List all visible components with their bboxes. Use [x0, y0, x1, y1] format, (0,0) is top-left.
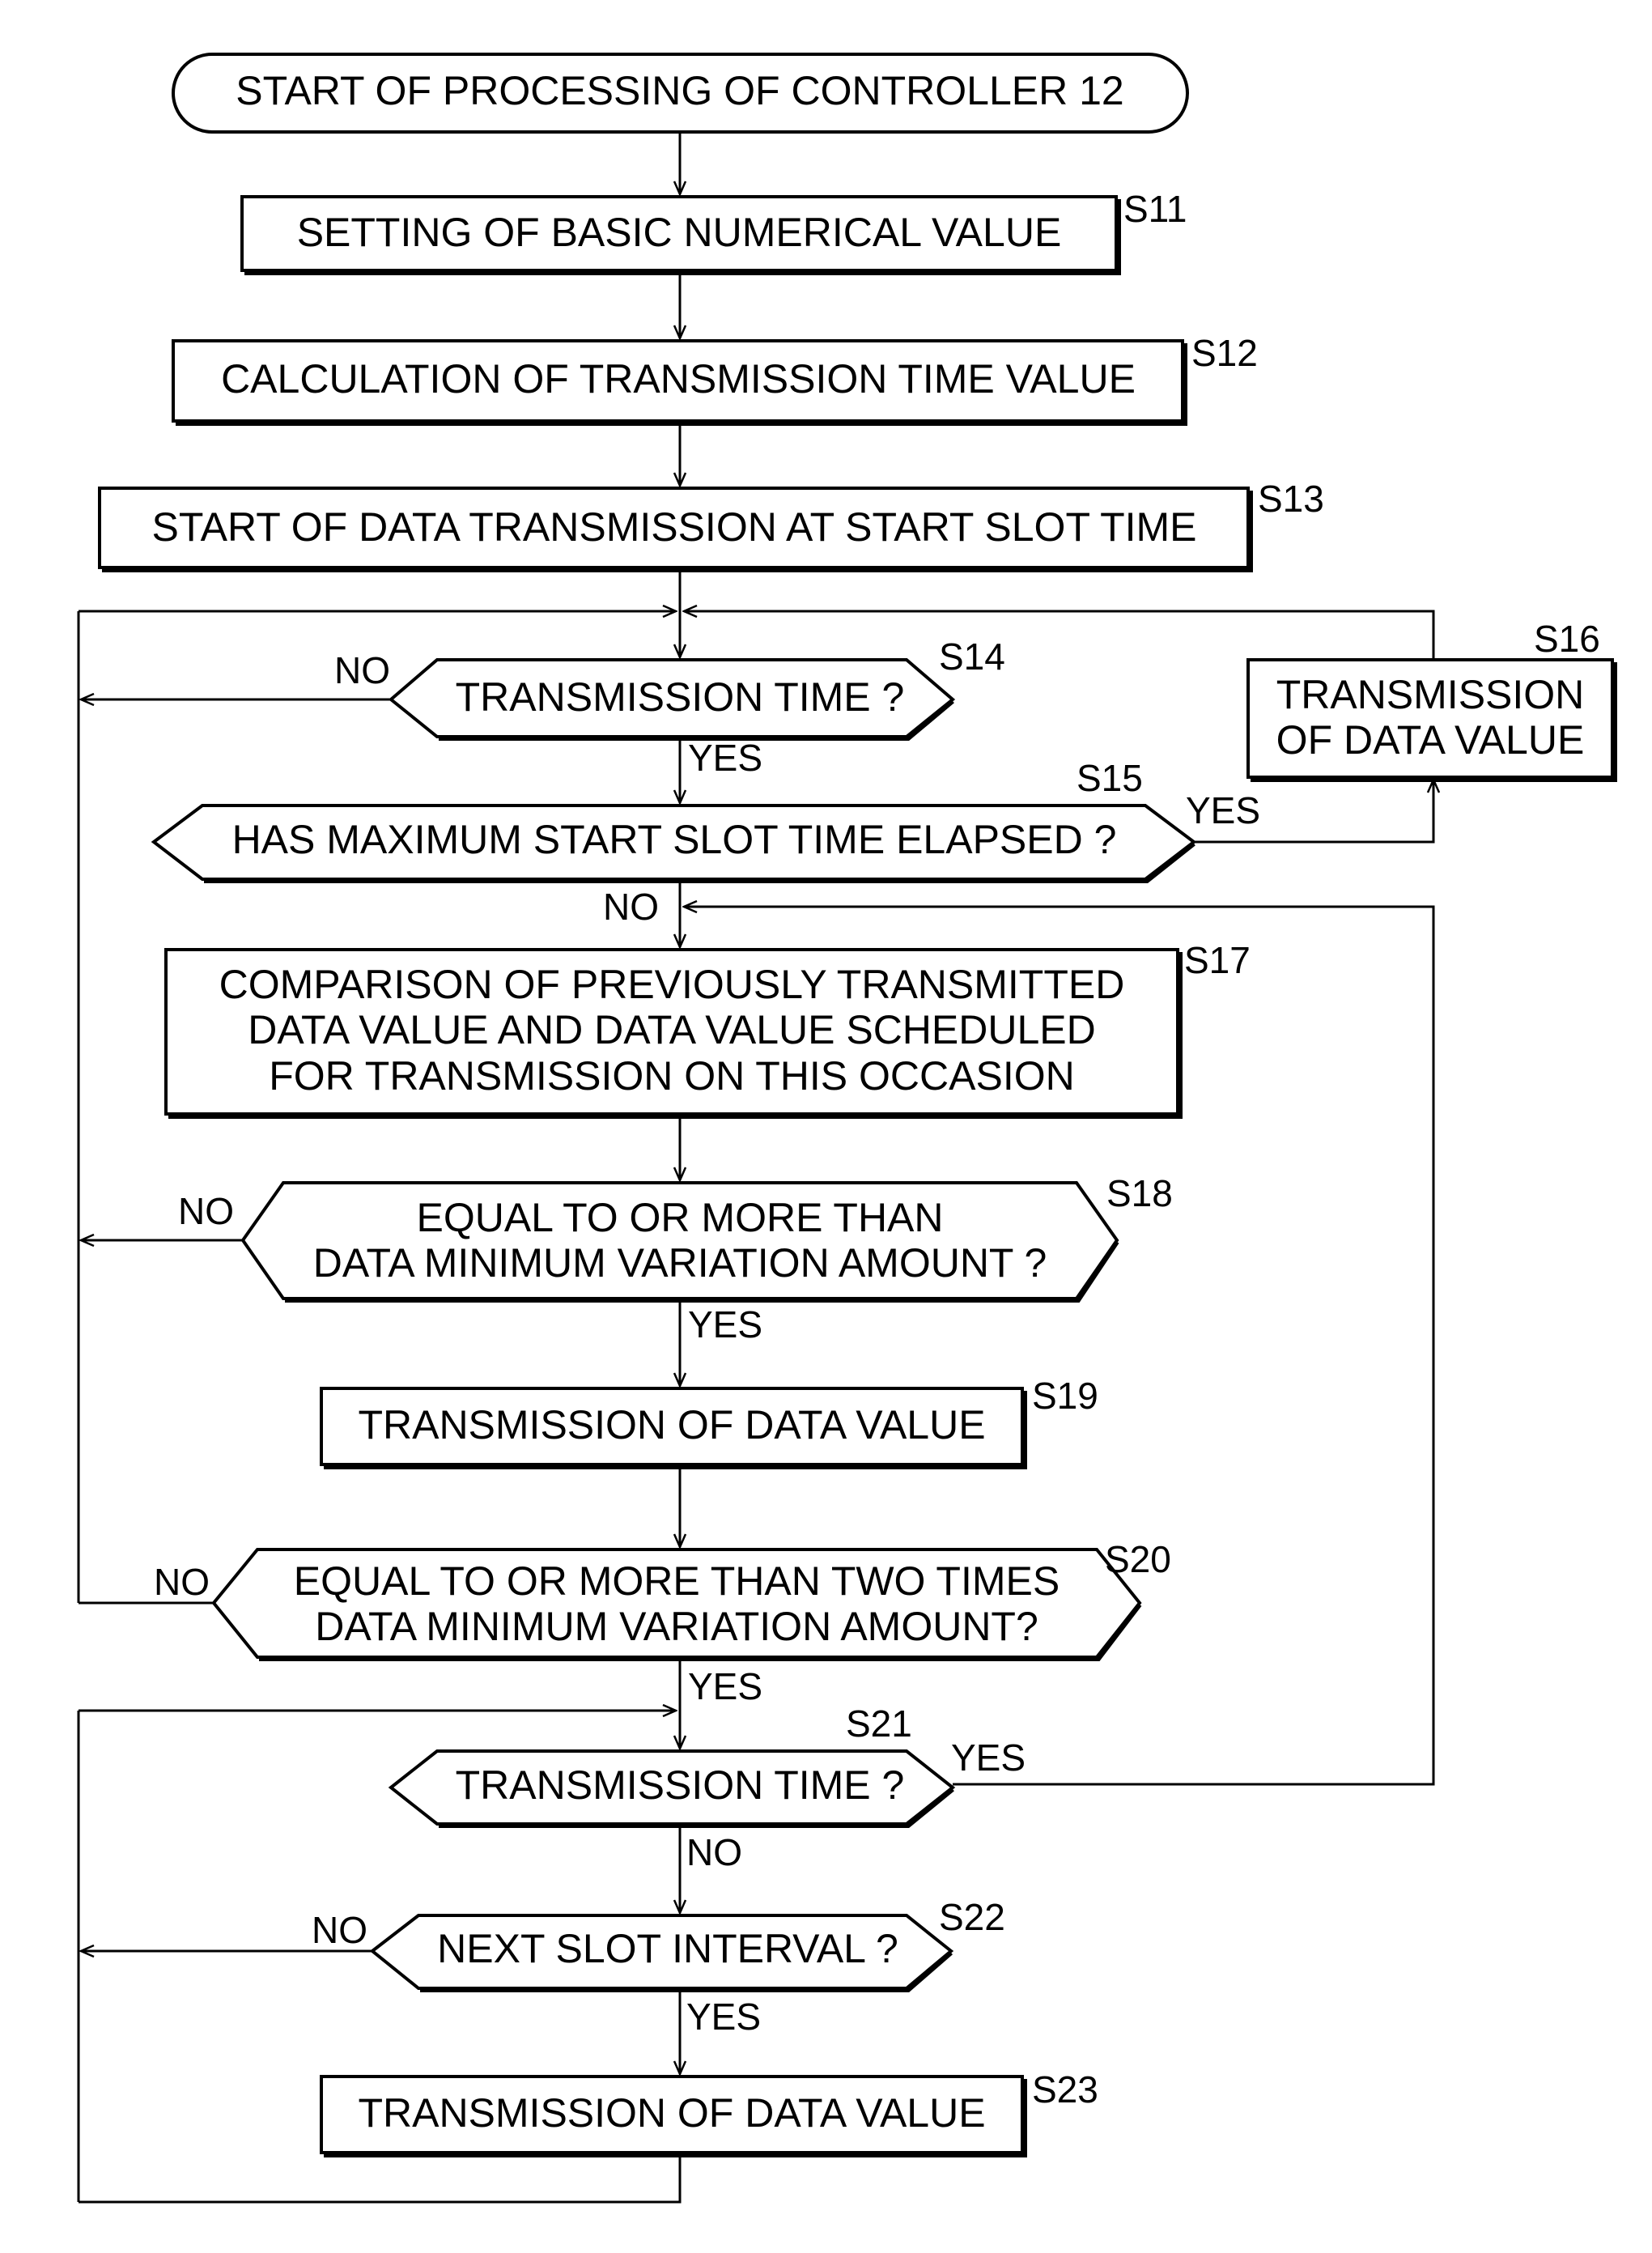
decision-s21-no-label: NO [686, 1831, 742, 1873]
step-s12-id: S12 [1191, 332, 1258, 374]
step-s16-text-1: TRANSMISSION [1276, 672, 1585, 717]
decision-s14-id: S14 [939, 636, 1005, 678]
step-s13-id: S13 [1258, 478, 1324, 520]
decision-s22-no-label: NO [312, 1909, 367, 1951]
edge-s23-loop [79, 2155, 682, 2204]
step-s16: TRANSMISSION OF DATA VALUE S16 [1246, 618, 1617, 782]
decision-s18-text-1: EQUAL TO OR MORE THAN [416, 1195, 943, 1240]
decision-s21-yes-label: YES [951, 1737, 1026, 1779]
decision-s22: NEXT SLOT INTERVAL ? S22 NO YES [312, 1896, 1005, 2038]
connectors [77, 134, 1435, 2204]
step-s23-id: S23 [1032, 2068, 1098, 2111]
step-s19: TRANSMISSION OF DATA VALUE S19 [320, 1375, 1098, 1469]
loop-top-right [684, 611, 1435, 660]
step-s16-id: S16 [1534, 618, 1600, 660]
decision-s22-yes-label: YES [686, 1996, 761, 2038]
decision-s14-no-label: NO [334, 649, 390, 691]
decision-s20-text-2: DATA MINIMUM VARIATION AMOUNT? [315, 1604, 1038, 1649]
step-s17: COMPARISON OF PREVIOUSLY TRANSMITTED DAT… [164, 939, 1251, 1119]
decision-s15-id: S15 [1077, 757, 1143, 799]
decision-s15-text: HAS MAXIMUM START SLOT TIME ELAPSED ? [232, 817, 1117, 862]
decision-s18-text-2: DATA MINIMUM VARIATION AMOUNT ? [313, 1240, 1047, 1286]
decision-s20-no-label: NO [154, 1561, 210, 1603]
decision-s21: TRANSMISSION TIME ? S21 YES NO [388, 1703, 1026, 1873]
step-s12: CALCULATION OF TRANSMISSION TIME VALUE S… [172, 332, 1258, 426]
decision-s20-yes-label: YES [688, 1665, 762, 1707]
decision-s18-no-label: NO [178, 1190, 234, 1232]
decision-s21-id: S21 [846, 1703, 912, 1745]
decision-s20-id: S20 [1105, 1538, 1171, 1580]
step-s11-id: S11 [1123, 188, 1187, 230]
step-s17-text-2: DATA VALUE AND DATA VALUE SCHEDULED [248, 1007, 1096, 1052]
flowchart: START OF PROCESSING OF CONTROLLER 12 SET… [77, 53, 1617, 2204]
step-s23-text: TRANSMISSION OF DATA VALUE [358, 2090, 985, 2136]
decision-s14-text: TRANSMISSION TIME ? [456, 674, 905, 720]
decision-s18-id: S18 [1106, 1172, 1173, 1214]
start-terminal: START OF PROCESSING OF CONTROLLER 12 [172, 53, 1189, 134]
step-s11-text: SETTING OF BASIC NUMERICAL VALUE [297, 210, 1062, 255]
decision-s20-text-1: EQUAL TO OR MORE THAN TWO TIMES [294, 1558, 1060, 1604]
step-s17-text-1: COMPARISON OF PREVIOUSLY TRANSMITTED [219, 962, 1125, 1007]
decision-s20: EQUAL TO OR MORE THAN TWO TIMES DATA MIN… [154, 1538, 1171, 1707]
step-s12-text: CALCULATION OF TRANSMISSION TIME VALUE [221, 356, 1136, 402]
decision-s15-no-label: NO [603, 886, 659, 928]
decision-s22-id: S22 [939, 1896, 1005, 1938]
decision-s18: EQUAL TO OR MORE THAN DATA MINIMUM VARIA… [178, 1172, 1173, 1345]
decision-s14: TRANSMISSION TIME ? S14 NO YES [334, 636, 1005, 779]
decision-s15-yes-label: YES [1186, 789, 1260, 831]
step-s23: TRANSMISSION OF DATA VALUE S23 [320, 2068, 1098, 2157]
step-s19-text: TRANSMISSION OF DATA VALUE [358, 1402, 985, 1447]
step-s17-id: S17 [1184, 939, 1251, 981]
step-s17-text-3: FOR TRANSMISSION ON THIS OCCASION [269, 1053, 1074, 1099]
start-terminal-text: START OF PROCESSING OF CONTROLLER 12 [236, 68, 1123, 113]
decision-s21-text: TRANSMISSION TIME ? [456, 1762, 905, 1808]
decision-s15: HAS MAXIMUM START SLOT TIME ELAPSED ? S1… [151, 757, 1260, 928]
decision-s22-text: NEXT SLOT INTERVAL ? [437, 1926, 898, 1971]
decision-s14-yes-label: YES [688, 737, 762, 779]
step-s11: SETTING OF BASIC NUMERICAL VALUE S11 [240, 188, 1187, 275]
decision-s18-yes-label: YES [688, 1303, 762, 1345]
step-s13-text: START OF DATA TRANSMISSION AT START SLOT… [151, 504, 1196, 550]
step-s13: START OF DATA TRANSMISSION AT START SLOT… [98, 478, 1324, 572]
step-s19-id: S19 [1032, 1375, 1098, 1417]
step-s16-text-2: OF DATA VALUE [1276, 717, 1585, 763]
